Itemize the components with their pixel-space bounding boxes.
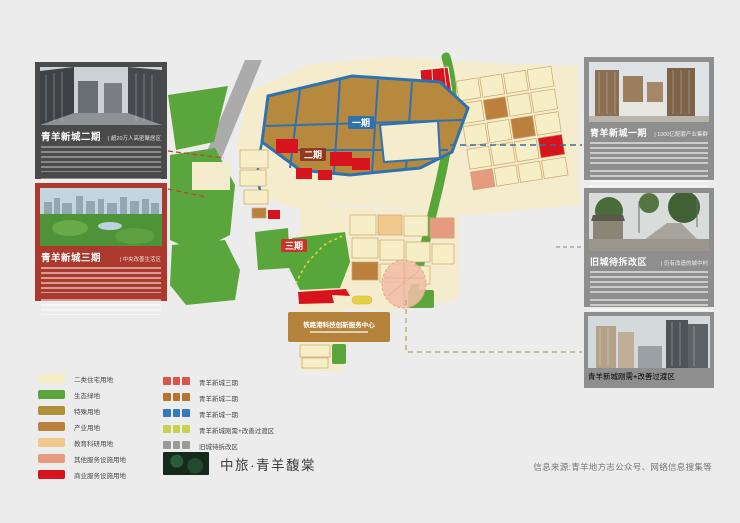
legend-swatch-dashed (163, 393, 190, 402)
legend-label: 商业服务设施用地 (74, 470, 126, 480)
map-parcels-phase3 (240, 150, 268, 218)
card-phase2: 青羊新城二期 | 超20万人高密聚居区 (35, 62, 167, 179)
legend-item: 生态绿地 (38, 390, 126, 399)
legend-swatch (38, 374, 65, 383)
map-banner-parcel: 铁路港科技创新服务中心 (288, 312, 390, 342)
card-phase2-title: 青羊新城二期 (41, 129, 101, 143)
map-label-phase3: 三期 (281, 239, 307, 252)
legend-item: 教育科研用地 (38, 438, 126, 447)
card-phase3: 青羊新城三期 | 中央改善生活区 (35, 183, 167, 301)
map-highlight-circle (382, 260, 426, 308)
card-transition-title: 青羊新城刚需+改善过渡区 (588, 371, 675, 382)
phase3-photo (40, 188, 162, 246)
card-phase3-title: 青羊新城三期 (41, 250, 101, 264)
legend-swatch (38, 438, 65, 447)
legend-swatch (38, 422, 65, 431)
oldtown-photo (589, 193, 709, 251)
card-oldtown-tag: | 仍有改造的城中村 (661, 259, 708, 267)
legend-label: 青羊新城三期 (199, 377, 238, 387)
map-label-phase2: 二期 (300, 148, 326, 161)
legend-swatch (38, 390, 65, 399)
card-phase3-bodytext2 (41, 299, 161, 315)
legend-label: 旧城待拆改区 (199, 441, 238, 451)
legend-item: 青羊新城一期 (163, 409, 274, 418)
card-phase1-bodytext2 (590, 170, 708, 188)
legend-swatch-dashed (163, 377, 190, 386)
legend-label: 青羊新城刚需+改善过渡区 (199, 425, 274, 435)
source-note: 信息来源:青羊地方志公众号、网络信息搜集等 (533, 461, 712, 473)
legend-item: 特殊用地 (38, 406, 126, 415)
legend-swatch (38, 406, 65, 415)
legend-item: 二类住宅用地 (38, 374, 126, 383)
svg-text:二期: 二期 (304, 149, 322, 160)
map-green-inset (192, 162, 230, 190)
card-oldtown: 旧城待拆改区 | 仍有改造的城中村 (584, 188, 714, 307)
legend-item: 旧城待拆改区 (163, 441, 274, 450)
card-phase1: 青羊新城一期 | 1000亿配套产业集群 (584, 57, 714, 180)
legend-item: 青羊新城二期 (163, 393, 274, 402)
map-label-phase1: 一期 (348, 116, 374, 129)
map-yellow-pill (352, 296, 372, 304)
card-oldtown-bodytext (590, 271, 708, 293)
card-phase2-tag: | 超20万人高密聚居区 (108, 134, 161, 142)
legend-label: 产业用地 (74, 422, 100, 432)
legend-label: 二类住宅用地 (74, 374, 113, 384)
card-oldtown-bodytext2 (590, 299, 708, 313)
map-banner-text: 铁路港科技创新服务中心 (302, 320, 375, 329)
legend-item: 其他服务设施用地 (38, 454, 126, 463)
legend-label: 青羊新城二期 (199, 393, 238, 403)
legend-label: 特殊用地 (74, 406, 100, 416)
legend-swatch-dashed (163, 441, 190, 450)
legend-swatch (38, 470, 65, 479)
legend-label: 生态绿地 (74, 390, 100, 400)
legend-swatch-dashed (163, 409, 190, 418)
brand-logo-image (163, 452, 209, 475)
card-phase3-bodytext (41, 267, 161, 293)
legend-districts: 青羊新城三期 青羊新城二期 青羊新城一期 青羊新城刚需+改善过渡区 旧城待拆改区 (163, 377, 274, 457)
card-phase1-bodytext (590, 142, 708, 164)
brand-logo: 中旅·青羊馥棠 (163, 452, 316, 475)
svg-text:三期: 三期 (285, 240, 303, 251)
phase1-photo (589, 62, 709, 122)
legend-item: 商业服务设施用地 (38, 470, 126, 479)
legend-item: 产业用地 (38, 422, 126, 431)
card-oldtown-title: 旧城待拆改区 (590, 255, 647, 268)
legend-item: 青羊新城三期 (163, 377, 274, 386)
phase2-photo (40, 67, 162, 125)
legend-label: 青羊新城一期 (199, 409, 238, 419)
legend-item: 青羊新城刚需+改善过渡区 (163, 425, 274, 434)
legend-label: 其他服务设施用地 (74, 454, 126, 464)
brand-name: 中旅·青羊馥棠 (220, 454, 316, 474)
legend-swatch-dashed (163, 425, 190, 434)
card-phase1-tag: | 1000亿配套产业集群 (654, 130, 708, 138)
transition-photo (588, 316, 710, 368)
legend-swatch (38, 454, 65, 463)
poster: 铁路港科技创新服务中心 一期 二期 三期 (0, 0, 740, 523)
card-phase2-bodytext (41, 146, 161, 172)
svg-text:一期: 一期 (352, 117, 370, 128)
legend-label: 教育科研用地 (74, 438, 113, 448)
card-phase1-title: 青羊新城一期 (590, 126, 647, 139)
legend-landuse: 二类住宅用地 生态绿地 特殊用地 产业用地 教育科研用地 其他服务设施用地 商业… (38, 374, 126, 486)
card-phase3-tag: | 中央改善生活区 (120, 255, 161, 263)
card-transition: 青羊新城刚需+改善过渡区 (584, 312, 714, 388)
